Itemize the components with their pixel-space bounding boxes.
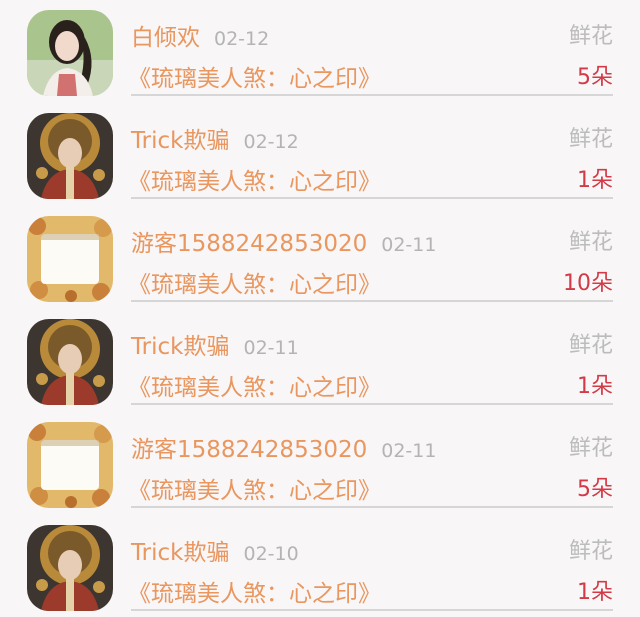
- list-item[interactable]: 游客1588242853020 02-11 鲜花 《琉璃美人煞：心之印》 5朵: [0, 412, 640, 515]
- user-name-text: Trick欺骗: [131, 334, 230, 360]
- gift-type: 鲜花: [568, 230, 613, 255]
- girl-photo-icon: [27, 10, 113, 96]
- divider: [131, 94, 613, 96]
- user-name-text: Trick欺骗: [131, 540, 230, 566]
- floral-frame-icon: [27, 422, 113, 508]
- book-title[interactable]: 《琉璃美人煞：心之印》: [128, 162, 381, 196]
- user-name: 游客1588242853020 02-11: [131, 224, 436, 258]
- gift-type: 鲜花: [568, 333, 613, 358]
- gift-date: 02-12: [243, 131, 299, 153]
- avatar[interactable]: [27, 525, 113, 611]
- user-name: Trick欺骗 02-11: [131, 327, 299, 361]
- user-name: Trick欺骗 02-10: [131, 533, 299, 567]
- gift-count: 10朵: [563, 271, 613, 296]
- list-item[interactable]: Trick欺骗 02-11 鲜花 《琉璃美人煞：心之印》 1朵: [0, 309, 640, 412]
- divider: [131, 197, 613, 199]
- user-name-text: Trick欺骗: [131, 128, 230, 154]
- user-name-text: 白倾欢: [131, 25, 200, 51]
- gift-records-list: 白倾欢 02-12 鲜花 《琉璃美人煞：心之印》 5朵 Trick欺骗 02-12 …: [0, 0, 640, 617]
- divider: [131, 609, 613, 611]
- gift-count: 5朵: [577, 65, 613, 90]
- user-name: Trick欺骗 02-12: [131, 121, 299, 155]
- divider: [131, 506, 613, 508]
- book-title[interactable]: 《琉璃美人煞：心之印》: [128, 368, 381, 402]
- gift-count: 1朵: [577, 374, 613, 399]
- avatar[interactable]: [27, 319, 113, 405]
- gift-type: 鲜花: [568, 24, 613, 49]
- avatar[interactable]: [27, 422, 113, 508]
- divider: [131, 403, 613, 405]
- list-item[interactable]: Trick欺骗 02-12 鲜花 《琉璃美人煞：心之印》 1朵: [0, 103, 640, 206]
- painted-lady-icon: [27, 319, 113, 405]
- avatar[interactable]: [27, 216, 113, 302]
- gift-date: 02-11: [243, 337, 299, 359]
- gift-type: 鲜花: [568, 539, 613, 564]
- book-title[interactable]: 《琉璃美人煞：心之印》: [128, 265, 381, 299]
- gift-date: 02-10: [243, 543, 299, 565]
- user-name-text: 游客1588242853020: [131, 437, 368, 463]
- list-item[interactable]: 白倾欢 02-12 鲜花 《琉璃美人煞：心之印》 5朵: [0, 0, 640, 103]
- user-name: 白倾欢 02-12: [131, 18, 269, 52]
- divider: [131, 300, 613, 302]
- avatar[interactable]: [27, 10, 113, 96]
- gift-date: 02-12: [214, 28, 270, 50]
- gift-count: 5朵: [577, 477, 613, 502]
- book-title[interactable]: 《琉璃美人煞：心之印》: [128, 574, 381, 608]
- gift-type: 鲜花: [568, 436, 613, 461]
- painted-lady-icon: [27, 113, 113, 199]
- book-title[interactable]: 《琉璃美人煞：心之印》: [128, 471, 381, 505]
- gift-date: 02-11: [381, 440, 437, 462]
- painted-lady-icon: [27, 525, 113, 611]
- gift-date: 02-11: [381, 234, 437, 256]
- user-name-text: 游客1588242853020: [131, 231, 368, 257]
- gift-type: 鲜花: [568, 127, 613, 152]
- book-title[interactable]: 《琉璃美人煞：心之印》: [128, 59, 381, 93]
- gift-count: 1朵: [577, 580, 613, 605]
- list-item[interactable]: 游客1588242853020 02-11 鲜花 《琉璃美人煞：心之印》 10朵: [0, 206, 640, 309]
- list-item[interactable]: Trick欺骗 02-10 鲜花 《琉璃美人煞：心之印》 1朵: [0, 515, 640, 617]
- gift-count: 1朵: [577, 168, 613, 193]
- avatar[interactable]: [27, 113, 113, 199]
- user-name: 游客1588242853020 02-11: [131, 430, 436, 464]
- floral-frame-icon: [27, 216, 113, 302]
